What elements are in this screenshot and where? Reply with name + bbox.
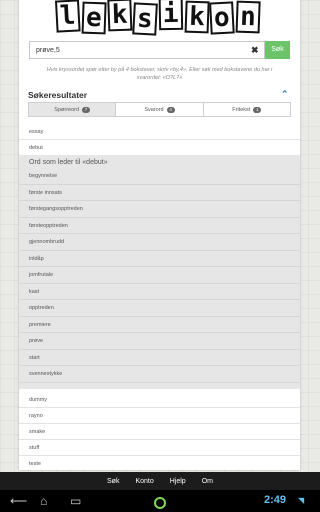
list-item[interactable]: gjennombrudd <box>19 234 300 251</box>
list-item[interactable]: førsteopptreden <box>19 218 300 234</box>
wifi-icon: ◥ <box>298 496 305 505</box>
tab-label: Svarord <box>144 106 164 113</box>
bottom-nav: Søk Konto Hjelp Om <box>0 472 320 490</box>
related-words-section: Ord som leder til «debut» begynnelse før… <box>19 155 300 389</box>
logo-letter: n <box>235 0 261 34</box>
nav-item-om[interactable]: Om <box>202 478 213 485</box>
chevron-up-icon[interactable]: ⌃ <box>281 89 289 100</box>
logo-letter: o <box>209 1 235 35</box>
count-badge: 1 <box>253 106 262 113</box>
list-item[interactable]: smake <box>19 424 300 440</box>
nav-item-konto[interactable]: Konto <box>135 478 153 485</box>
logo-letter: e <box>81 1 107 35</box>
tab-svarord[interactable]: Svarord 4 <box>116 103 204 116</box>
result-list: essay debut <box>19 124 300 156</box>
search-input[interactable] <box>29 41 265 59</box>
tab-label: Spørreord <box>54 106 80 113</box>
results-title: Søkeresultater <box>28 90 88 100</box>
search-button[interactable]: Søk <box>265 41 290 59</box>
related-list: begynnelse første innsats førstegangsopp… <box>19 168 300 383</box>
list-item[interactable]: start <box>19 350 300 366</box>
results-tabs: Spørreord 7 Svarord 4 Fritekst 1 <box>28 102 291 117</box>
list-item[interactable]: inldåp <box>19 251 300 267</box>
list-item[interactable]: teste <box>19 456 300 470</box>
search-bar: ✖ Søk <box>29 41 290 59</box>
clear-icon[interactable]: ✖ <box>251 44 259 56</box>
count-badge: 4 <box>166 106 175 113</box>
leksikon-logo: l e k s i k o n <box>55 0 261 36</box>
logo-letter: k <box>184 0 209 34</box>
list-item[interactable]: første innsats <box>19 185 300 201</box>
app-circle-icon[interactable] <box>154 497 166 509</box>
list-item[interactable]: prøve <box>19 333 300 350</box>
list-item[interactable]: kast <box>19 284 300 300</box>
result-list: dummy rayno smake stuff teste <box>19 392 300 470</box>
logo-letter: k <box>106 0 132 32</box>
list-item[interactable]: svennestykke <box>19 366 300 383</box>
logo-letter: l <box>55 0 81 33</box>
related-title: Ord som leder til «debut» <box>29 159 108 166</box>
list-item[interactable]: opptreden <box>19 300 300 317</box>
logo-letter: s <box>132 2 158 36</box>
list-item[interactable]: rayno <box>19 408 300 424</box>
list-item[interactable]: premiere <box>19 317 300 333</box>
app-panel: l e k s i k o n ✖ Søk Hvis kryssordet sp… <box>19 0 300 470</box>
count-badge: 7 <box>82 106 91 113</box>
tab-sporreord[interactable]: Spørreord 7 <box>29 103 117 116</box>
search-hint: Hvis kryssordet spør etter by på 4 bokst… <box>46 67 273 81</box>
back-icon[interactable]: ⟵ <box>10 493 27 509</box>
list-item[interactable]: begynnelse <box>19 168 300 185</box>
nav-item-sok[interactable]: Søk <box>107 478 119 485</box>
recent-apps-icon[interactable]: ▭ <box>70 493 81 509</box>
tab-fritekst[interactable]: Fritekst 1 <box>203 103 290 116</box>
logo-letter: i <box>158 0 183 31</box>
clock: 2:49 <box>264 494 287 506</box>
list-item[interactable]: debut <box>19 140 300 156</box>
home-icon[interactable]: ⌂ <box>40 493 47 509</box>
list-item[interactable]: stuff <box>19 440 300 456</box>
list-item[interactable]: førstegangsopptreden <box>19 201 300 218</box>
list-item[interactable]: jomfrutale <box>19 267 300 284</box>
nav-item-hjelp[interactable]: Hjelp <box>170 478 186 485</box>
list-item[interactable]: dummy <box>19 392 300 408</box>
tab-label: Fritekst <box>232 106 251 113</box>
list-item[interactable]: essay <box>19 124 300 140</box>
